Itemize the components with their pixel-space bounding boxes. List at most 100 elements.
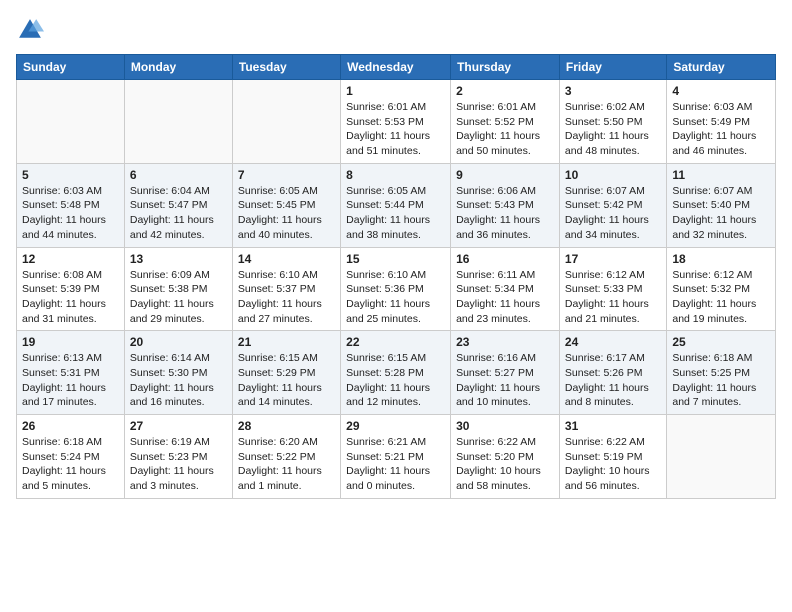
day-info: Sunrise: 6:02 AM Sunset: 5:50 PM Dayligh… <box>565 100 661 159</box>
day-info: Sunrise: 6:07 AM Sunset: 5:40 PM Dayligh… <box>672 184 770 243</box>
day-info: Sunrise: 6:19 AM Sunset: 5:23 PM Dayligh… <box>130 435 227 494</box>
day-info: Sunrise: 6:17 AM Sunset: 5:26 PM Dayligh… <box>565 351 661 410</box>
day-number: 20 <box>130 335 227 349</box>
weekday-header: Saturday <box>667 55 776 80</box>
day-number: 30 <box>456 419 554 433</box>
calendar-cell: 30 Sunrise: 6:22 AM Sunset: 5:20 PM Dayli… <box>451 415 560 499</box>
calendar-cell: 5 Sunrise: 6:03 AM Sunset: 5:48 PM Daylig… <box>17 163 125 247</box>
calendar-cell: 4Sunrise: 6:03 AM Sunset: 5:49 PM Daylig… <box>667 80 776 164</box>
calendar-cell: 28 Sunrise: 6:20 AM Sunset: 5:22 PM Dayli… <box>232 415 340 499</box>
day-number: 14 <box>238 252 335 266</box>
day-info: Sunrise: 6:15 AM Sunset: 5:29 PM Dayligh… <box>238 351 335 410</box>
day-number: 28 <box>238 419 335 433</box>
calendar-cell: 14 Sunrise: 6:10 AM Sunset: 5:37 PM Dayli… <box>232 247 340 331</box>
day-number: 19 <box>22 335 119 349</box>
calendar-cell <box>232 80 340 164</box>
day-number: 1 <box>346 84 445 98</box>
calendar-cell <box>17 80 125 164</box>
weekday-header: Thursday <box>451 55 560 80</box>
day-info: Sunrise: 6:07 AM Sunset: 5:42 PM Dayligh… <box>565 184 661 243</box>
logo <box>16 16 48 44</box>
calendar-cell: 1 Sunrise: 6:01 AM Sunset: 5:53 PM Daylig… <box>341 80 451 164</box>
calendar-cell: 16Sunrise: 6:11 AM Sunset: 5:34 PM Dayli… <box>451 247 560 331</box>
day-number: 15 <box>346 252 445 266</box>
calendar-cell: 15Sunrise: 6:10 AM Sunset: 5:36 PM Dayli… <box>341 247 451 331</box>
calendar-cell: 27 Sunrise: 6:19 AM Sunset: 5:23 PM Dayli… <box>124 415 232 499</box>
weekday-header: Monday <box>124 55 232 80</box>
day-info: Sunrise: 6:06 AM Sunset: 5:43 PM Dayligh… <box>456 184 554 243</box>
calendar-cell: 11 Sunrise: 6:07 AM Sunset: 5:40 PM Dayli… <box>667 163 776 247</box>
page-header <box>16 16 776 44</box>
day-number: 22 <box>346 335 445 349</box>
day-number: 12 <box>22 252 119 266</box>
calendar-cell: 13Sunrise: 6:09 AM Sunset: 5:38 PM Dayli… <box>124 247 232 331</box>
day-number: 27 <box>130 419 227 433</box>
day-info: Sunrise: 6:13 AM Sunset: 5:31 PM Dayligh… <box>22 351 119 410</box>
logo-icon <box>16 16 44 44</box>
day-info: Sunrise: 6:14 AM Sunset: 5:30 PM Dayligh… <box>130 351 227 410</box>
calendar-cell: 25 Sunrise: 6:18 AM Sunset: 5:25 PM Dayli… <box>667 331 776 415</box>
day-number: 23 <box>456 335 554 349</box>
day-info: Sunrise: 6:08 AM Sunset: 5:39 PM Dayligh… <box>22 268 119 327</box>
day-info: Sunrise: 6:20 AM Sunset: 5:22 PM Dayligh… <box>238 435 335 494</box>
calendar-cell <box>124 80 232 164</box>
calendar-cell: 19 Sunrise: 6:13 AM Sunset: 5:31 PM Dayli… <box>17 331 125 415</box>
calendar-cell: 7Sunrise: 6:05 AM Sunset: 5:45 PM Daylig… <box>232 163 340 247</box>
day-number: 8 <box>346 168 445 182</box>
day-info: Sunrise: 6:04 AM Sunset: 5:47 PM Dayligh… <box>130 184 227 243</box>
calendar-table: SundayMondayTuesdayWednesdayThursdayFrid… <box>16 54 776 499</box>
day-number: 25 <box>672 335 770 349</box>
day-info: Sunrise: 6:21 AM Sunset: 5:21 PM Dayligh… <box>346 435 445 494</box>
calendar-week-row: 5 Sunrise: 6:03 AM Sunset: 5:48 PM Daylig… <box>17 163 776 247</box>
day-info: Sunrise: 6:01 AM Sunset: 5:53 PM Dayligh… <box>346 100 445 159</box>
day-info: Sunrise: 6:18 AM Sunset: 5:25 PM Dayligh… <box>672 351 770 410</box>
day-info: Sunrise: 6:22 AM Sunset: 5:20 PM Dayligh… <box>456 435 554 494</box>
weekday-header: Friday <box>559 55 666 80</box>
day-number: 2 <box>456 84 554 98</box>
calendar-cell: 21 Sunrise: 6:15 AM Sunset: 5:29 PM Dayli… <box>232 331 340 415</box>
weekday-header: Sunday <box>17 55 125 80</box>
day-info: Sunrise: 6:05 AM Sunset: 5:44 PM Dayligh… <box>346 184 445 243</box>
day-number: 3 <box>565 84 661 98</box>
day-number: 16 <box>456 252 554 266</box>
calendar-cell: 26Sunrise: 6:18 AM Sunset: 5:24 PM Dayli… <box>17 415 125 499</box>
day-info: Sunrise: 6:15 AM Sunset: 5:28 PM Dayligh… <box>346 351 445 410</box>
day-number: 21 <box>238 335 335 349</box>
day-info: Sunrise: 6:03 AM Sunset: 5:49 PM Dayligh… <box>672 100 770 159</box>
day-number: 7 <box>238 168 335 182</box>
calendar-cell: 24Sunrise: 6:17 AM Sunset: 5:26 PM Dayli… <box>559 331 666 415</box>
day-number: 5 <box>22 168 119 182</box>
calendar-cell: 2 Sunrise: 6:01 AM Sunset: 5:52 PM Daylig… <box>451 80 560 164</box>
calendar-cell: 29Sunrise: 6:21 AM Sunset: 5:21 PM Dayli… <box>341 415 451 499</box>
day-info: Sunrise: 6:12 AM Sunset: 5:32 PM Dayligh… <box>672 268 770 327</box>
day-info: Sunrise: 6:03 AM Sunset: 5:48 PM Dayligh… <box>22 184 119 243</box>
calendar-cell: 3 Sunrise: 6:02 AM Sunset: 5:50 PM Daylig… <box>559 80 666 164</box>
day-number: 26 <box>22 419 119 433</box>
day-number: 9 <box>456 168 554 182</box>
calendar-week-row: 12 Sunrise: 6:08 AM Sunset: 5:39 PM Dayli… <box>17 247 776 331</box>
day-number: 17 <box>565 252 661 266</box>
calendar-week-row: 26Sunrise: 6:18 AM Sunset: 5:24 PM Dayli… <box>17 415 776 499</box>
calendar-cell: 20 Sunrise: 6:14 AM Sunset: 5:30 PM Dayli… <box>124 331 232 415</box>
calendar-cell: 31Sunrise: 6:22 AM Sunset: 5:19 PM Dayli… <box>559 415 666 499</box>
day-number: 11 <box>672 168 770 182</box>
day-info: Sunrise: 6:22 AM Sunset: 5:19 PM Dayligh… <box>565 435 661 494</box>
weekday-header: Wednesday <box>341 55 451 80</box>
calendar-cell: 8 Sunrise: 6:05 AM Sunset: 5:44 PM Daylig… <box>341 163 451 247</box>
day-number: 13 <box>130 252 227 266</box>
calendar-cell: 12 Sunrise: 6:08 AM Sunset: 5:39 PM Dayli… <box>17 247 125 331</box>
calendar-cell: 18 Sunrise: 6:12 AM Sunset: 5:32 PM Dayli… <box>667 247 776 331</box>
calendar-cell: 6 Sunrise: 6:04 AM Sunset: 5:47 PM Daylig… <box>124 163 232 247</box>
calendar-week-row: 19 Sunrise: 6:13 AM Sunset: 5:31 PM Dayli… <box>17 331 776 415</box>
day-number: 18 <box>672 252 770 266</box>
day-number: 10 <box>565 168 661 182</box>
day-info: Sunrise: 6:01 AM Sunset: 5:52 PM Dayligh… <box>456 100 554 159</box>
calendar-cell: 17Sunrise: 6:12 AM Sunset: 5:33 PM Dayli… <box>559 247 666 331</box>
calendar-cell <box>667 415 776 499</box>
calendar-cell: 23Sunrise: 6:16 AM Sunset: 5:27 PM Dayli… <box>451 331 560 415</box>
calendar-cell: 10 Sunrise: 6:07 AM Sunset: 5:42 PM Dayli… <box>559 163 666 247</box>
day-number: 6 <box>130 168 227 182</box>
day-info: Sunrise: 6:10 AM Sunset: 5:37 PM Dayligh… <box>238 268 335 327</box>
calendar-cell: 9 Sunrise: 6:06 AM Sunset: 5:43 PM Daylig… <box>451 163 560 247</box>
calendar-header-row: SundayMondayTuesdayWednesdayThursdayFrid… <box>17 55 776 80</box>
